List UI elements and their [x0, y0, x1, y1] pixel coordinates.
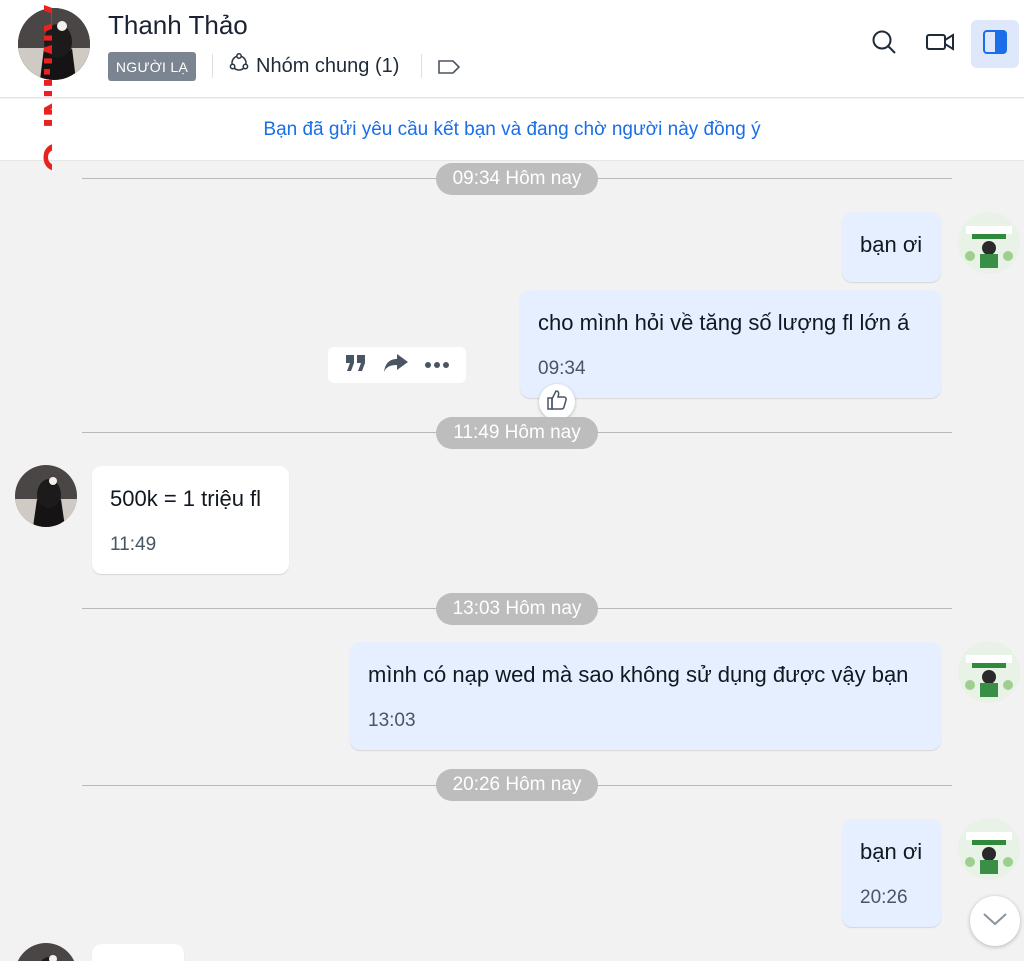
header-separator	[421, 54, 422, 78]
contact-name[interactable]: Thanh Thảo	[108, 10, 248, 41]
video-call-button[interactable]	[916, 20, 964, 68]
message-bubble-incoming[interactable]	[92, 944, 184, 961]
header-separator	[212, 54, 213, 78]
quote-icon[interactable]	[344, 353, 368, 378]
watermark-logo: AM.INFO	[6, 0, 79, 180]
my-avatar[interactable]	[958, 212, 1020, 274]
message-text: bạn ơi	[860, 839, 923, 864]
group-icon	[228, 52, 250, 80]
contact-avatar-small[interactable]	[15, 943, 77, 961]
time-divider-label: 13:03 Hôm nay	[436, 593, 598, 625]
my-avatar[interactable]	[958, 641, 1020, 703]
contact-avatar-small[interactable]	[15, 465, 77, 527]
toggle-sidebar-button[interactable]	[971, 20, 1019, 68]
message-text: cho mình hỏi về tăng số lượng fl lớn á	[538, 310, 910, 335]
search-icon	[870, 28, 898, 61]
message-time: 13:03	[368, 710, 416, 731]
time-divider-label: 20:26 Hôm nay	[436, 769, 598, 801]
message-text: mình có nạp wed mà sao không sử dụng đượ…	[368, 662, 909, 687]
friend-request-notice: Bạn đã gửi yêu cầu kết bạn và đang chờ n…	[0, 99, 1024, 161]
my-avatar[interactable]	[958, 818, 1020, 880]
time-divider-label: 11:49 Hôm nay	[436, 417, 598, 449]
message-bubble-outgoing[interactable]: cho mình hỏi về tăng số lượng fl lớn á 0…	[520, 290, 941, 398]
sidebar-panel-icon	[982, 29, 1008, 60]
stranger-badge: NGƯỜI LẠ	[108, 52, 196, 81]
message-bubble-outgoing[interactable]: bạn ơi	[842, 212, 941, 282]
svg-text:AM.INFO: AM.INFO	[35, 4, 52, 173]
message-bubble-incoming[interactable]: 500k = 1 triệu fl 11:49	[92, 466, 289, 574]
more-options-icon[interactable]	[424, 356, 450, 374]
common-groups-label: Nhóm chung (1)	[256, 54, 400, 77]
message-text: 500k = 1 triệu fl	[110, 486, 262, 511]
message-action-bar	[328, 347, 466, 383]
tag-icon[interactable]	[436, 56, 462, 78]
scroll-to-bottom-button[interactable]	[970, 896, 1020, 946]
message-text: bạn ơi	[860, 232, 923, 257]
search-button[interactable]	[860, 20, 908, 68]
video-camera-icon	[925, 30, 955, 59]
chat-header: Thanh Thảo NGƯỜI LẠ Nhóm chung (1)	[0, 0, 1024, 98]
message-time: 11:49	[110, 534, 157, 555]
message-bubble-outgoing[interactable]: bạn ơi 20:26	[842, 819, 941, 927]
message-time: 20:26	[860, 887, 908, 908]
message-bubble-outgoing[interactable]: mình có nạp wed mà sao không sử dụng đượ…	[350, 642, 941, 750]
thumbs-up-icon	[546, 389, 568, 416]
message-time: 09:34	[538, 358, 586, 379]
common-groups-link[interactable]: Nhóm chung (1)	[228, 52, 399, 80]
chevron-down-icon	[982, 911, 1008, 932]
reaction-like-button[interactable]	[539, 384, 575, 420]
forward-icon[interactable]	[383, 353, 409, 378]
time-divider-label: 09:34 Hôm nay	[436, 163, 598, 195]
